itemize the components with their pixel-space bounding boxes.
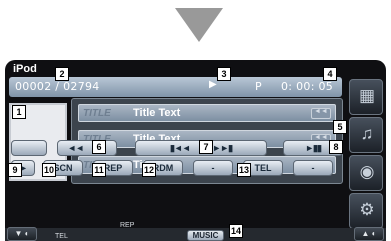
- side-tools-button[interactable]: ⚙: [349, 193, 383, 229]
- tel-indicator: TEL: [55, 233, 68, 240]
- previous-track-icon: ▮◄◄: [169, 143, 191, 153]
- music-note-icon: ♫: [360, 124, 374, 143]
- callout-label: 1: [12, 105, 26, 119]
- callout-label: 6: [92, 140, 106, 154]
- tools-icon: ⚙: [359, 200, 375, 219]
- left-volume-button[interactable]: ▼ ◐: [7, 227, 37, 241]
- blank-minus-button[interactable]: -: [193, 160, 233, 176]
- callout-label: 12: [142, 163, 156, 177]
- rep-indicator: REP: [120, 222, 135, 229]
- grid-icon: ▦: [358, 86, 376, 105]
- track-counter: 00002 / 02794: [15, 80, 100, 93]
- callout-label: 2: [55, 67, 69, 81]
- callout-label: 5: [333, 120, 347, 134]
- side-disc-button[interactable]: ◉: [349, 155, 383, 191]
- callout-label: 9: [8, 163, 22, 177]
- next-track-icon: ►►▮: [212, 143, 233, 153]
- blank-minus-button-2[interactable]: -: [293, 160, 333, 176]
- mode-indicator: P: [255, 80, 262, 93]
- music-button[interactable]: MUSIC: [187, 230, 224, 241]
- play-pause-icon: ►▮▮: [305, 143, 322, 153]
- callout-label: 8: [329, 140, 343, 154]
- disc-icon: ◉: [359, 162, 375, 181]
- scroll-text-button[interactable]: [311, 108, 331, 119]
- title-tag: TITLE: [83, 108, 111, 119]
- blank-button[interactable]: [11, 140, 47, 156]
- callout-label: 13: [237, 163, 251, 177]
- callout-label: 3: [217, 67, 231, 81]
- callout-label: 14: [229, 224, 243, 238]
- rewind-icon: ◄◄: [67, 143, 84, 153]
- down-arrow-indicator: [175, 8, 223, 42]
- callout-label: 4: [323, 67, 337, 81]
- rewind-ffwd-button[interactable]: ◄◄ ►►: [57, 140, 117, 156]
- side-menu-button[interactable]: ▦: [349, 79, 383, 115]
- callout-label: 10: [42, 163, 56, 177]
- callout-label: 11: [92, 163, 106, 177]
- playback-time: 0: 00: 05: [281, 80, 334, 93]
- track-row[interactable]: TITLE Title Text: [78, 104, 336, 122]
- play-state-icon: ▶: [209, 79, 217, 90]
- track-title: Title Text: [133, 107, 181, 119]
- side-music-button[interactable]: ♫: [349, 117, 383, 153]
- callout-label: 7: [199, 140, 213, 154]
- right-volume-button[interactable]: ▲ ◐: [354, 227, 384, 241]
